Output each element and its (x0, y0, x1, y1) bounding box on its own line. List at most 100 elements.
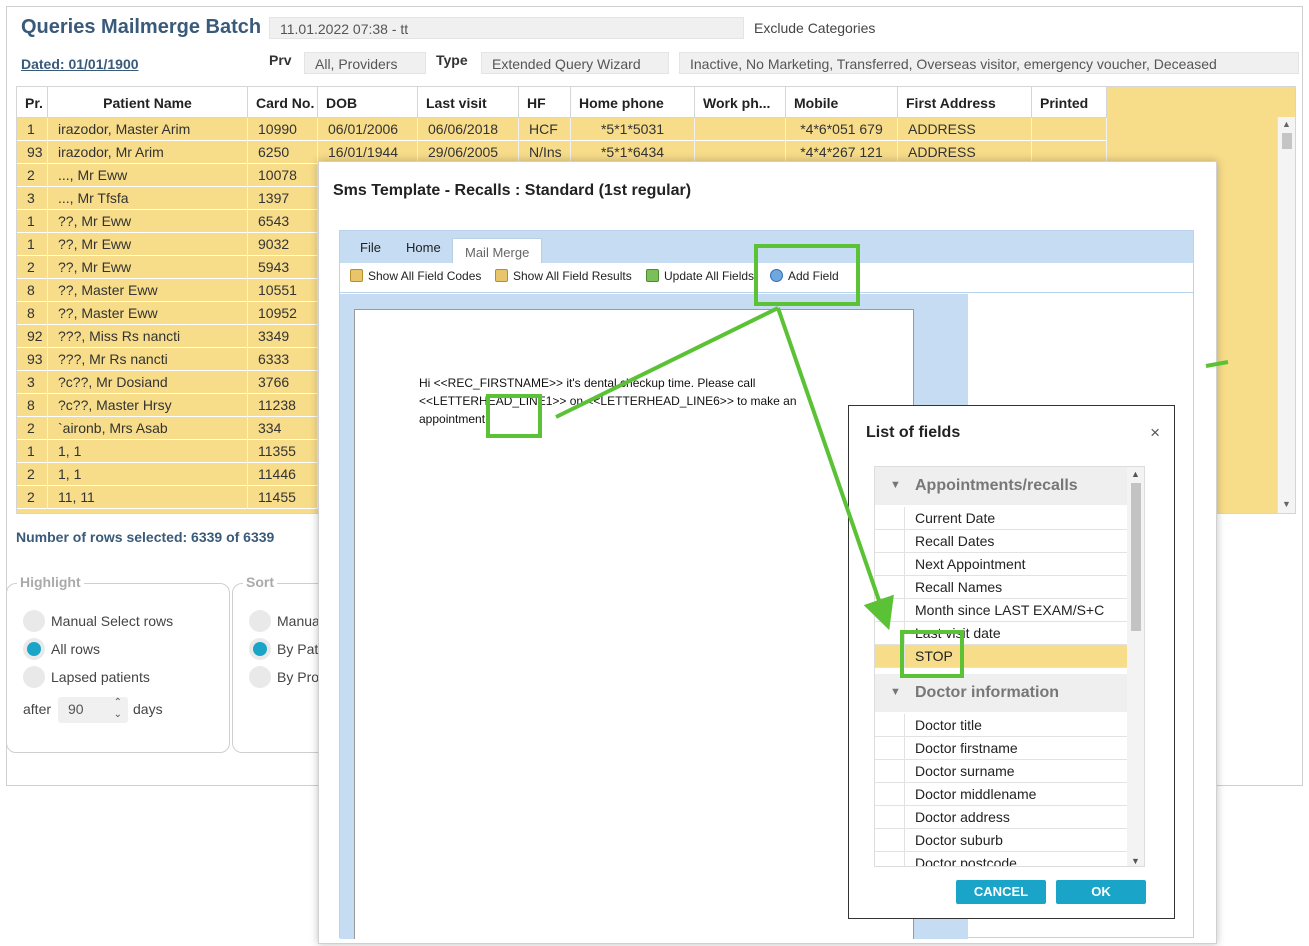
scroll-up-icon[interactable]: ▲ (1131, 469, 1140, 479)
grid-scroll-thumb[interactable] (1282, 133, 1292, 149)
col-header-pr[interactable]: Pr. (17, 87, 48, 118)
days-stepper[interactable]: 90 ⌃ ⌄ (58, 697, 128, 723)
field-list-item[interactable]: Doctor surname (875, 760, 1128, 783)
col-header-mobile[interactable]: Mobile (786, 87, 898, 118)
dated-link[interactable]: Dated: 01/01/1900 (21, 56, 139, 72)
field-list-item[interactable]: Current Date (875, 507, 1128, 530)
radio-label: Lapsed patients (51, 669, 150, 685)
cell-card: 11238 (248, 394, 318, 417)
cell-dob: 06/01/2006 (318, 118, 418, 141)
stepper-arrows-icon[interactable]: ⌃ ⌄ (114, 697, 122, 721)
col-header-first-address[interactable]: First Address (898, 87, 1032, 118)
field-list-item[interactable]: Next Appointment (875, 553, 1128, 576)
radio-label: Manual Select rows (51, 613, 174, 629)
tab-mail-merge[interactable]: Mail Merge (452, 238, 543, 264)
exclude-categories-field[interactable]: Inactive, No Marketing, Transferred, Ove… (679, 52, 1299, 74)
update-all-fields-button[interactable]: Update All Fields (646, 269, 754, 283)
type-label: Type (436, 52, 468, 68)
grid-scrollbar[interactable]: ▲ ▼ (1277, 117, 1295, 513)
field-label: STOP (915, 648, 953, 664)
col-header-hf[interactable]: HF (519, 87, 571, 118)
button-label: Show All Field Codes (368, 269, 482, 283)
field-group-header[interactable]: ▼ Doctor information (875, 674, 1128, 712)
scroll-up-icon[interactable]: ▲ (1282, 119, 1291, 129)
cell-name: ??, Mr Eww (48, 256, 248, 279)
field-label: Doctor address (915, 809, 1010, 825)
table-row[interactable]: 1 irazodor, Master Arim 10990 06/01/2006 06/… (17, 118, 1107, 141)
show-all-field-results-button[interactable]: Show All Field Results (495, 269, 632, 283)
field-label: Recall Dates (915, 533, 995, 549)
field-list-item[interactable]: Doctor suburb (875, 829, 1128, 852)
close-icon[interactable]: × (1150, 423, 1160, 443)
field-label: Month since LAST EXAM/S+C (915, 602, 1105, 618)
cell-pr: 3 (17, 187, 48, 210)
ribbon-tabs: File Home Mail Merge (340, 231, 1193, 264)
collapse-triangle-icon[interactable]: ▼ (890, 479, 901, 491)
cell-pr: 3 (17, 371, 48, 394)
field-list-item[interactable]: Recall Dates (875, 530, 1128, 553)
field-list-item[interactable]: Doctor firstname (875, 737, 1128, 760)
field-list-item[interactable]: STOP (875, 645, 1128, 668)
field-row-indent (875, 599, 905, 622)
col-header-home-phone[interactable]: Home phone (571, 87, 695, 118)
cancel-button[interactable]: CANCEL (956, 880, 1046, 904)
doc-line: <<LETTERHEAD_LINE1>> on <<LETTERHEAD_LIN… (419, 394, 797, 408)
col-header-dob[interactable]: DOB (318, 87, 418, 118)
field-list-scroll-thumb[interactable] (1131, 483, 1141, 631)
field-group-label: Appointments/recalls (915, 477, 1078, 494)
field-list-item[interactable]: Doctor title (875, 714, 1128, 737)
tab-home[interactable]: Home (406, 240, 441, 255)
radio-button-selected[interactable] (23, 638, 45, 660)
prv-label: Prv (269, 52, 292, 68)
field-list-item[interactable]: Doctor postcode (875, 852, 1128, 866)
radio-button[interactable] (23, 666, 45, 688)
scroll-down-icon[interactable]: ▼ (1282, 499, 1291, 509)
type-field[interactable]: Extended Query Wizard (481, 52, 669, 74)
cell-pr: 1 (17, 440, 48, 463)
cell-name: `aironb, Mrs Asab (48, 417, 248, 440)
ok-button[interactable]: OK (1056, 880, 1146, 904)
field-label: Recall Names (915, 579, 1003, 595)
collapse-triangle-icon[interactable]: ▼ (890, 686, 901, 698)
document-page[interactable]: Hi <<REC_FIRSTNAME>> it's dental checkup… (354, 309, 914, 939)
field-list-item[interactable]: Month since LAST EXAM/S+C (875, 599, 1128, 622)
field-list-item[interactable]: Doctor address (875, 806, 1128, 829)
exclude-categories-label: Exclude Categories (754, 20, 876, 36)
field-list-scrollbar[interactable]: ▲ ▼ (1127, 467, 1144, 866)
field-group-header[interactable]: ▼ Appointments/recalls (875, 467, 1128, 505)
radio-button[interactable] (249, 666, 271, 688)
sort-legend: Sort (243, 574, 277, 590)
field-list-item[interactable]: Last visit date (875, 622, 1128, 645)
field-list-item[interactable]: Recall Names (875, 576, 1128, 599)
radio-button[interactable] (249, 610, 271, 632)
cell-card: 10952 (248, 302, 318, 325)
field-label: Doctor surname (915, 763, 1015, 779)
cell-home: *5*1*5031 (571, 118, 695, 141)
scroll-down-icon[interactable]: ▼ (1131, 856, 1140, 866)
cell-name: ??, Master Eww (48, 279, 248, 302)
radio-button[interactable] (23, 610, 45, 632)
radio-button-selected[interactable] (249, 638, 271, 660)
col-header-card-no[interactable]: Card No. (248, 87, 318, 118)
tab-file[interactable]: File (360, 240, 381, 255)
batch-name-field[interactable]: 11.01.2022 07:38 - tt (269, 17, 744, 39)
col-header-printed[interactable]: Printed (1032, 87, 1107, 118)
col-header-work-phone[interactable]: Work ph... (695, 87, 786, 118)
show-all-field-codes-button[interactable]: Show All Field Codes (350, 269, 481, 283)
cell-card: 10551 (248, 279, 318, 302)
field-row-indent (875, 783, 905, 806)
doc-line: Hi <<REC_FIRSTNAME>> it's dental checkup… (419, 376, 756, 390)
provider-field[interactable]: All, Providers (304, 52, 426, 74)
days-label: days (133, 701, 163, 717)
col-header-patient-name[interactable]: Patient Name (48, 87, 248, 118)
radio-label: Manua (277, 613, 320, 629)
field-label: Doctor middlename (915, 786, 1037, 802)
field-row-indent (875, 507, 905, 530)
cell-card: 5943 (248, 256, 318, 279)
add-field-button[interactable]: Add Field (770, 269, 839, 283)
field-list-item[interactable]: Doctor middlename (875, 783, 1128, 806)
field-row-indent (875, 576, 905, 599)
field-codes-icon (350, 269, 363, 282)
col-header-last-visit[interactable]: Last visit (418, 87, 519, 118)
field-group-label: Doctor information (915, 684, 1059, 701)
